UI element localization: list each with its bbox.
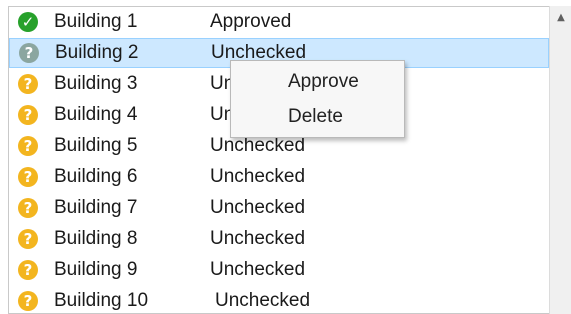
menu-item-delete[interactable]: Delete <box>231 100 404 134</box>
question-icon: ? <box>18 74 38 94</box>
question-icon: ? <box>18 260 38 280</box>
building-name: Building 4 <box>54 104 138 125</box>
building-name: Building 3 <box>54 73 138 94</box>
building-status: Unchecked <box>210 135 306 156</box>
building-list[interactable]: ✓ Building 1 Approved ? Building 2 Unche… <box>8 6 550 314</box>
question-icon: ? <box>18 198 38 218</box>
building-status: Unchecked <box>210 228 306 249</box>
context-menu: Approve Delete <box>230 60 405 138</box>
question-icon: ? <box>18 136 38 156</box>
vertical-scrollbar[interactable]: ▲ <box>549 6 571 314</box>
building-name: Building 8 <box>54 228 138 249</box>
list-item[interactable]: ? Building 9 Unchecked <box>9 255 549 285</box>
list-item[interactable]: ? Building 8 Unchecked <box>9 224 549 254</box>
building-name: Building 7 <box>54 197 138 218</box>
building-status: Approved <box>210 11 292 32</box>
building-status: Unchecked <box>210 166 306 187</box>
building-status: Unchecked <box>215 290 311 311</box>
menu-item-approve[interactable]: Approve <box>231 65 404 99</box>
question-icon: ? <box>18 105 38 125</box>
list-item[interactable]: ? Building 6 Unchecked <box>9 162 549 192</box>
menu-item-label: Delete <box>288 106 343 127</box>
list-item[interactable]: ? Building 10 Unchecked <box>9 286 549 313</box>
building-name: Building 6 <box>54 166 138 187</box>
building-name: Building 1 <box>54 11 138 32</box>
building-name: Building 2 <box>55 42 139 63</box>
list-item[interactable]: ✓ Building 1 Approved <box>9 7 549 37</box>
list-item[interactable]: ? Building 7 Unchecked <box>9 193 549 223</box>
question-icon: ? <box>18 291 38 311</box>
question-icon: ? <box>18 229 38 249</box>
scroll-up-arrow-icon[interactable]: ▲ <box>550 6 571 28</box>
menu-item-label: Approve <box>288 71 359 92</box>
building-status: Unchecked <box>210 259 306 280</box>
building-name: Building 10 <box>54 290 149 311</box>
building-name: Building 5 <box>54 135 138 156</box>
question-icon: ? <box>19 43 39 63</box>
check-icon: ✓ <box>18 12 38 32</box>
question-icon: ? <box>18 167 38 187</box>
building-status: Unchecked <box>210 197 306 218</box>
building-name: Building 9 <box>54 259 138 280</box>
